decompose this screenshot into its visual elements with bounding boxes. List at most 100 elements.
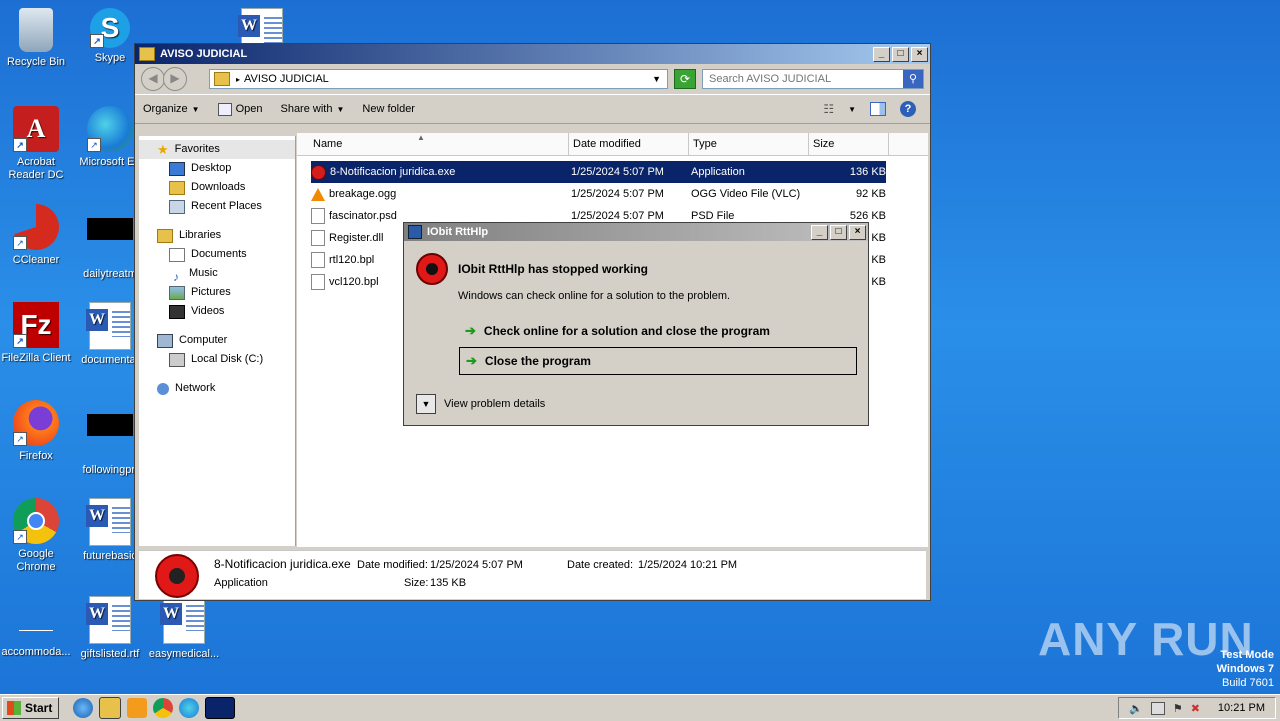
chevron-down-icon[interactable]: ▼ — [848, 105, 856, 114]
details-created: 1/25/2024 10:21 PM — [638, 559, 738, 571]
flag-icon[interactable]: ⚑ — [1173, 702, 1183, 715]
desktop-icon-chrome[interactable]: ↗ Google Chrome — [0, 498, 76, 574]
search-box[interactable]: ⚲ — [702, 69, 924, 89]
libraries-icon — [157, 228, 173, 243]
close-button[interactable]: × — [849, 224, 866, 240]
nav-desktop[interactable]: Desktop — [139, 159, 295, 178]
minimize-button[interactable]: _ — [873, 46, 890, 62]
nav-videos[interactable]: Videos — [139, 302, 295, 321]
ie-icon[interactable] — [73, 698, 94, 718]
pictures-icon — [169, 285, 185, 300]
media-player-icon[interactable] — [127, 698, 148, 718]
view-details-toggle[interactable]: ▼ View problem details — [416, 394, 545, 414]
open-icon — [217, 102, 232, 116]
explorer-taskbar-icon[interactable] — [99, 697, 122, 719]
shield-tray-icon[interactable]: ✖ — [1191, 702, 1200, 715]
desktop-icon-word-top[interactable] — [222, 8, 302, 48]
chevron-down-icon[interactable]: ▼ — [652, 74, 661, 84]
recycle-bin-icon — [19, 8, 53, 52]
nav-favorites[interactable]: ★ Favorites — [139, 140, 295, 159]
view-options-icon[interactable]: ☷ — [823, 102, 834, 116]
search-icon[interactable]: ⚲ — [903, 70, 923, 88]
desktop-icon-recycle-bin[interactable]: Recycle Bin — [0, 8, 76, 69]
details-pane: 8-Notificacion juridica.exe Application … — [139, 550, 926, 599]
test-mode-text: Test Mode Windows 7 Build 7601 — [1216, 649, 1274, 689]
nav-computer[interactable]: Computer — [139, 331, 295, 350]
chrome-taskbar-icon[interactable] — [153, 698, 174, 718]
refresh-button[interactable]: ⟳ — [674, 69, 696, 89]
new-folder-button[interactable]: New folder — [362, 103, 415, 115]
start-button[interactable]: Start — [2, 697, 60, 719]
maximize-button[interactable]: □ — [892, 46, 909, 62]
filezilla-icon: Fz ↗ — [13, 302, 59, 348]
blank-file-icon — [13, 596, 59, 642]
address-bar[interactable]: ▸ AVISO JUDICIAL ▼ — [209, 69, 668, 89]
sort-up-icon: ▲ — [417, 133, 425, 142]
word-document-icon — [86, 302, 131, 350]
search-input[interactable] — [703, 72, 903, 86]
open-button[interactable]: Open — [217, 102, 262, 116]
nav-pictures[interactable]: Pictures — [139, 283, 295, 302]
file-row[interactable]: breakage.ogg 1/25/2024 5:07 PM OGG Video… — [311, 183, 886, 205]
check-online-button[interactable]: ➔ Check online for a solution and close … — [459, 317, 857, 345]
computer-icon — [157, 333, 173, 348]
desktop-icon-easymedical[interactable]: easymedical... — [144, 596, 224, 661]
file-icon — [311, 252, 325, 268]
network-icon — [157, 382, 169, 395]
desktop-icon-filezilla[interactable]: Fz ↗ FileZilla Client — [0, 302, 76, 365]
clock[interactable]: 10:21 PM — [1218, 702, 1265, 714]
taskbar: Start 🔈 ⚑ ✖ 10:21 PM — [0, 694, 1280, 721]
column-date[interactable]: Date modified — [569, 133, 689, 155]
column-type[interactable]: Type — [689, 133, 809, 155]
nav-network[interactable]: Network — [139, 379, 295, 398]
nav-documents[interactable]: Documents — [139, 245, 295, 264]
downloads-icon — [169, 180, 185, 195]
nav-downloads[interactable]: Downloads — [139, 178, 295, 197]
star-icon: ★ — [157, 142, 169, 157]
nav-music[interactable]: ♪ Music — [139, 264, 295, 284]
chevron-down-icon[interactable]: ▼ — [416, 394, 436, 414]
word-document-icon — [238, 8, 283, 44]
details-modified: 1/25/2024 5:07 PM — [430, 559, 523, 571]
iobit-taskbar-icon[interactable] — [205, 697, 236, 719]
organize-button[interactable]: Organize ▼ — [143, 103, 200, 115]
details-filename: 8-Notificacion juridica.exe — [214, 557, 351, 571]
details-created-label: Date created: — [567, 559, 634, 571]
file-row[interactable]: 8-Notificacion juridica.exe 1/25/2024 5:… — [311, 161, 886, 183]
desktop-icon-acrobat[interactable]: A ↗ Acrobat Reader DC — [0, 106, 76, 182]
desktop-icon-accommoda[interactable]: accommoda... — [0, 596, 76, 659]
nav-recent-places[interactable]: Recent Places — [139, 197, 295, 216]
forward-button[interactable]: ▶ — [163, 67, 187, 91]
vlc-icon — [311, 187, 325, 201]
dialog-titlebar[interactable]: IObit RttHlp _ □ × — [404, 223, 868, 241]
minimize-button[interactable]: _ — [811, 224, 828, 240]
network-tray-icon[interactable] — [1150, 701, 1165, 715]
details-type: Application — [214, 577, 268, 589]
details-size: 135 KB — [430, 577, 467, 589]
preview-pane-icon[interactable] — [870, 102, 886, 116]
maximize-button[interactable]: □ — [830, 224, 847, 240]
explorer-title: AVISO JUDICIAL — [160, 48, 248, 60]
address-chevron-icon[interactable]: ▸ — [236, 75, 240, 84]
recent-places-icon — [169, 199, 185, 214]
nav-libraries[interactable]: Libraries — [139, 226, 295, 245]
close-program-button[interactable]: ➔ Close the program — [459, 347, 857, 375]
volume-icon[interactable]: 🔈 — [1129, 702, 1143, 715]
column-size[interactable]: Size — [809, 133, 889, 155]
disk-icon — [169, 352, 185, 367]
file-icon — [311, 208, 325, 224]
nav-local-disk[interactable]: Local Disk (C:) — [139, 350, 295, 369]
explorer-titlebar[interactable]: AVISO JUDICIAL _ □ × — [135, 44, 930, 64]
help-icon[interactable]: ? — [900, 101, 916, 117]
system-tray: 🔈 ⚑ ✖ 10:21 PM — [1118, 697, 1276, 719]
close-button[interactable]: × — [911, 46, 928, 62]
desktop-icon-firefox[interactable]: ↗ Firefox — [0, 400, 76, 463]
dll-file-icon — [311, 230, 325, 246]
green-arrow-icon: ➔ — [465, 323, 476, 338]
desktop-icon-ccleaner[interactable]: ↗ CCleaner — [0, 204, 76, 267]
edge-taskbar-icon[interactable] — [179, 698, 200, 718]
column-name[interactable]: Name ▲ — [297, 133, 569, 155]
desktop-icon-giftslisted[interactable]: giftslisted.rtf — [70, 596, 150, 661]
back-button[interactable]: ◀ — [141, 67, 165, 91]
share-with-button[interactable]: Share with ▼ — [280, 103, 344, 115]
